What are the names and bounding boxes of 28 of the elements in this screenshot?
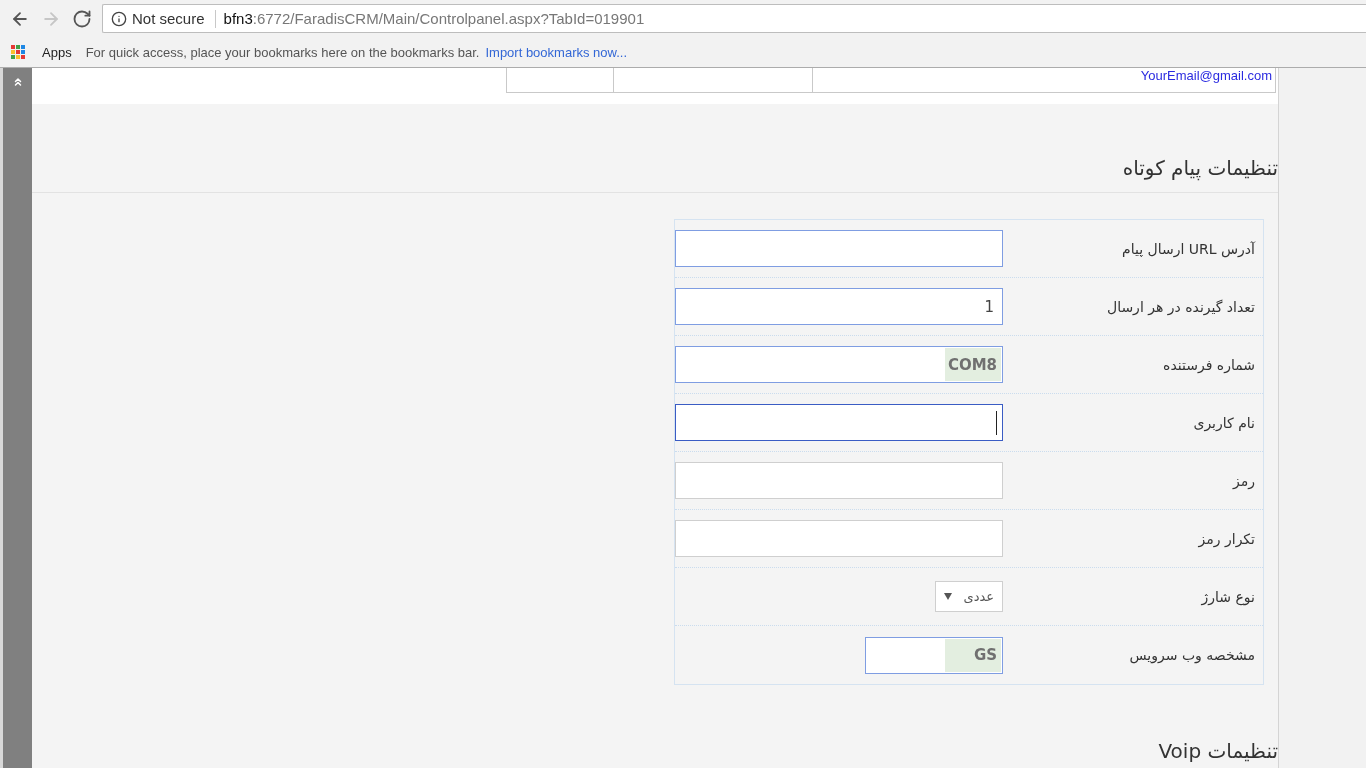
field-label: شماره فرستنده: [1163, 356, 1255, 373]
info-icon: [111, 10, 127, 27]
field-label: تعداد گیرنده در هر ارسال: [1106, 298, 1255, 315]
apps-button[interactable]: Apps: [11, 44, 72, 60]
section-title: تنظیمات Voip: [1158, 738, 1278, 765]
url-text[interactable]: bfn3:6772/FaradisCRM/Main/Controlpanel.aspx?TabId=019901: [223, 10, 645, 27]
bookmarks-hint: For quick access, place your bookmarks here on the bookmarks bar.: [85, 44, 480, 60]
field-label: نوع شارژ: [1201, 588, 1255, 605]
apps-grid-icon: [11, 45, 25, 59]
text-field[interactable]: GS: [865, 636, 1003, 674]
caret-icon: [944, 593, 952, 600]
text-field[interactable]: 1: [675, 288, 1003, 325]
reload-icon: [71, 8, 92, 29]
text-field[interactable]: [675, 230, 1003, 267]
security-label[interactable]: Not secure: [132, 10, 205, 27]
import-bookmarks-link[interactable]: Import bookmarks now...: [485, 44, 628, 60]
field-label: نام کاربری: [1193, 414, 1255, 431]
address-bar[interactable]: Not secure bfn3:6772/FaradisCRM/Main/Controlpanel.aspx?TabId=019901: [102, 4, 1366, 33]
text-cursor: [996, 410, 997, 435]
email-link[interactable]: YourEmail@gmail.com: [1140, 68, 1272, 84]
field-label: مشخصه وب سرویس: [1129, 647, 1255, 663]
field-label: آدرس URL ارسال پیام: [1122, 240, 1255, 257]
dropdown[interactable]: عددی: [935, 581, 1003, 612]
field-label: رمز: [1233, 472, 1255, 489]
field-label: تکرار رمز: [1198, 530, 1255, 547]
text-field[interactable]: COM8: [675, 346, 1003, 383]
section-title: تنظیمات پیام کوتاه: [1122, 155, 1278, 182]
text-field[interactable]: [675, 404, 1003, 441]
